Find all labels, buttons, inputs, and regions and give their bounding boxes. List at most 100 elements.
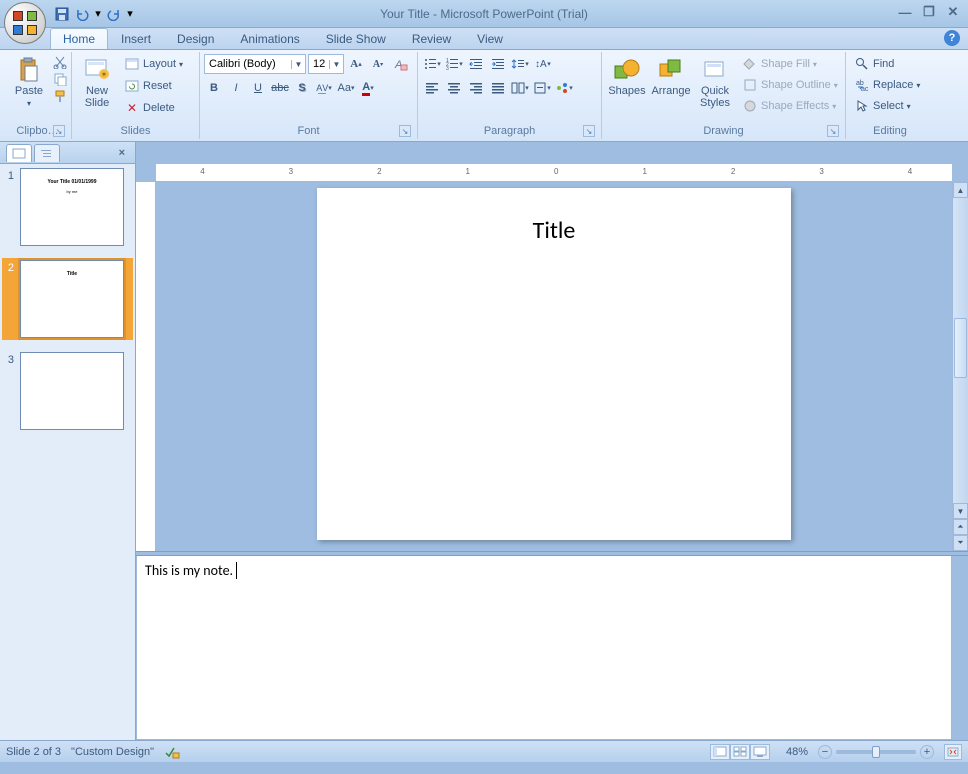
thumbnail[interactable]: Title bbox=[20, 260, 124, 338]
fit-to-window-button[interactable] bbox=[944, 744, 962, 760]
new-slide-button[interactable]: ✶ New Slide bbox=[76, 54, 118, 112]
columns-button[interactable]: ▾ bbox=[510, 78, 530, 98]
sorter-view-button[interactable] bbox=[730, 744, 750, 760]
strikethrough-button[interactable]: abc bbox=[270, 78, 290, 98]
clipboard-launcher-icon[interactable]: ↘ bbox=[53, 125, 65, 137]
slide-title-text[interactable]: Title bbox=[317, 216, 791, 245]
justify-button[interactable] bbox=[488, 78, 508, 98]
tab-design[interactable]: Design bbox=[164, 28, 227, 49]
thumbnail-row[interactable]: 3 bbox=[4, 352, 131, 430]
help-icon[interactable]: ? bbox=[944, 30, 960, 46]
text-direction-button[interactable]: ↕A▾ bbox=[532, 54, 552, 74]
font-size-combo[interactable]: ▼ bbox=[308, 54, 344, 74]
quick-styles-button[interactable]: Quick Styles bbox=[694, 54, 736, 112]
shadow-button[interactable]: S bbox=[292, 78, 312, 98]
panel-close-icon[interactable]: × bbox=[119, 147, 125, 159]
slide[interactable]: Title bbox=[317, 188, 791, 540]
notes-pane[interactable]: This is my note. bbox=[136, 556, 952, 740]
zoom-out-button[interactable]: − bbox=[818, 745, 832, 759]
close-button[interactable]: ✕ bbox=[944, 4, 962, 20]
scrollbar-thumb[interactable] bbox=[954, 318, 967, 378]
thumbnail[interactable]: Your Title 01/01/1999 by me bbox=[20, 168, 124, 246]
redo-icon[interactable] bbox=[106, 6, 122, 22]
font-family-combo[interactable]: ▼ bbox=[204, 54, 306, 74]
zoom-track[interactable] bbox=[836, 750, 916, 754]
zoom-handle[interactable] bbox=[872, 746, 880, 758]
chevron-down-icon[interactable]: ▼ bbox=[329, 60, 343, 69]
align-left-button[interactable] bbox=[422, 78, 442, 98]
thumbnail[interactable] bbox=[20, 352, 124, 430]
grow-font-button[interactable]: A▴ bbox=[346, 54, 366, 74]
tab-review[interactable]: Review bbox=[399, 28, 464, 49]
line-spacing-button[interactable]: ▾ bbox=[510, 54, 530, 74]
arrange-button[interactable]: Arrange bbox=[650, 54, 692, 100]
smartart-button[interactable]: ▾ bbox=[554, 78, 574, 98]
thumbnail-row[interactable]: 2 Title bbox=[2, 258, 133, 340]
numbering-button[interactable]: 123▾ bbox=[444, 54, 464, 74]
normal-view-button[interactable] bbox=[710, 744, 730, 760]
align-text-button[interactable]: ▾ bbox=[532, 78, 552, 98]
scroll-down-icon[interactable]: ▼ bbox=[953, 503, 968, 519]
copy-icon[interactable] bbox=[52, 71, 68, 87]
paragraph-launcher-icon[interactable]: ↘ bbox=[583, 125, 595, 137]
underline-button[interactable]: U bbox=[248, 78, 268, 98]
drawing-launcher-icon[interactable]: ↘ bbox=[827, 125, 839, 137]
bold-button[interactable]: B bbox=[204, 78, 224, 98]
cut-icon[interactable] bbox=[52, 54, 68, 70]
reset-button[interactable]: Reset bbox=[120, 76, 187, 96]
font-launcher-icon[interactable]: ↘ bbox=[399, 125, 411, 137]
shape-outline-button[interactable]: Shape Outline ▾ bbox=[738, 75, 842, 95]
save-icon[interactable] bbox=[54, 6, 70, 22]
next-slide-icon[interactable]: ⏷ bbox=[953, 535, 968, 551]
find-button[interactable]: Find bbox=[850, 54, 924, 74]
replace-button[interactable]: abacReplace ▾ bbox=[850, 75, 924, 95]
shape-fill-button[interactable]: Shape Fill ▾ bbox=[738, 54, 842, 74]
shape-effects-button[interactable]: Shape Effects ▾ bbox=[738, 96, 842, 116]
increase-indent-button[interactable] bbox=[488, 54, 508, 74]
decrease-indent-button[interactable] bbox=[466, 54, 486, 74]
zoom-value[interactable]: 48% bbox=[786, 746, 808, 758]
restore-button[interactable]: ❐ bbox=[920, 4, 938, 20]
slide-canvas-area[interactable]: Title bbox=[156, 182, 952, 551]
delete-button[interactable]: ✕Delete bbox=[120, 98, 187, 118]
tab-slideshow[interactable]: Slide Show bbox=[313, 28, 399, 49]
format-painter-icon[interactable] bbox=[52, 88, 68, 104]
notes-text[interactable]: This is my note. bbox=[145, 562, 233, 579]
zoom-slider[interactable]: − + bbox=[818, 745, 934, 759]
font-family-input[interactable] bbox=[205, 58, 291, 70]
zoom-in-button[interactable]: + bbox=[920, 745, 934, 759]
clear-formatting-button[interactable]: A bbox=[390, 54, 410, 74]
chevron-down-icon[interactable]: ▼ bbox=[291, 60, 305, 69]
font-size-input[interactable] bbox=[309, 58, 329, 70]
scroll-up-icon[interactable]: ▲ bbox=[953, 182, 968, 198]
char-spacing-button[interactable]: A͟V▾ bbox=[314, 78, 334, 98]
paste-button[interactable]: Paste ▾ bbox=[8, 54, 50, 111]
font-color-button[interactable]: A▾ bbox=[358, 78, 378, 98]
horizontal-ruler[interactable]: 432101234 bbox=[156, 164, 952, 182]
tab-view[interactable]: View bbox=[464, 28, 516, 49]
align-right-button[interactable] bbox=[466, 78, 486, 98]
shapes-button[interactable]: Shapes bbox=[606, 54, 648, 100]
tab-home[interactable]: Home bbox=[50, 28, 108, 49]
shrink-font-button[interactable]: A▾ bbox=[368, 54, 388, 74]
thumbnail-row[interactable]: 1 Your Title 01/01/1999 by me bbox=[4, 168, 131, 246]
slides-panel[interactable]: 1 Your Title 01/01/1999 by me 2 Title 3 bbox=[0, 164, 136, 740]
office-button[interactable] bbox=[4, 2, 46, 44]
align-center-button[interactable] bbox=[444, 78, 464, 98]
undo-dropdown-icon[interactable]: ▾ bbox=[94, 6, 102, 22]
undo-icon[interactable] bbox=[74, 6, 90, 22]
tab-insert[interactable]: Insert bbox=[108, 28, 164, 49]
tab-animations[interactable]: Animations bbox=[227, 28, 312, 49]
vertical-scrollbar[interactable]: ▲ ▼ ⏶ ⏷ bbox=[952, 182, 968, 551]
minimize-button[interactable]: — bbox=[896, 4, 914, 20]
outline-tab[interactable] bbox=[34, 144, 60, 162]
select-button[interactable]: Select ▾ bbox=[850, 96, 924, 116]
prev-slide-icon[interactable]: ⏶ bbox=[953, 519, 968, 535]
slides-tab[interactable] bbox=[6, 144, 32, 162]
vertical-ruler[interactable] bbox=[136, 182, 156, 551]
spellcheck-icon[interactable] bbox=[164, 745, 180, 759]
bullets-button[interactable]: ▾ bbox=[422, 54, 442, 74]
italic-button[interactable]: I bbox=[226, 78, 246, 98]
slideshow-view-button[interactable] bbox=[750, 744, 770, 760]
qat-customize-icon[interactable]: ▾ bbox=[126, 6, 134, 22]
